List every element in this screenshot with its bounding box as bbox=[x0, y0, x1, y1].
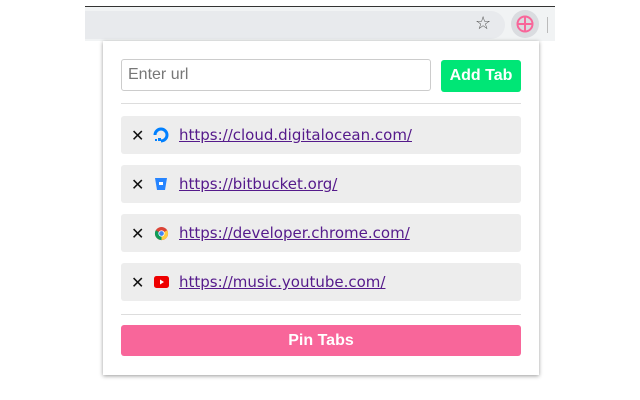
tab-link[interactable]: https://music.youtube.com/ bbox=[179, 273, 385, 291]
tab-item: ✕ https://bitbucket.org/ bbox=[121, 165, 521, 203]
toolbar-divider bbox=[547, 17, 548, 33]
pin-tabs-button[interactable]: Pin Tabs bbox=[121, 325, 521, 356]
browser-toolbar: ☆ bbox=[85, 6, 555, 41]
tab-link[interactable]: https://developer.chrome.com/ bbox=[179, 224, 410, 242]
pin-tabs-extension-icon[interactable] bbox=[511, 10, 539, 38]
star-icon[interactable]: ☆ bbox=[475, 13, 491, 34]
extension-popup: Add Tab ✕ https://cloud.digitalocean.com… bbox=[103, 41, 539, 375]
add-tab-button[interactable]: Add Tab bbox=[441, 60, 521, 92]
tab-item: ✕ https://music.youtube.com/ bbox=[121, 263, 521, 301]
divider bbox=[121, 314, 521, 315]
chrome-icon bbox=[153, 225, 169, 241]
remove-tab-button[interactable]: ✕ bbox=[131, 126, 145, 145]
remove-tab-button[interactable]: ✕ bbox=[131, 273, 145, 292]
remove-tab-button[interactable]: ✕ bbox=[131, 224, 145, 243]
youtube-icon bbox=[153, 274, 169, 290]
omnibox[interactable] bbox=[85, 11, 505, 39]
bitbucket-icon bbox=[153, 176, 169, 192]
tab-link[interactable]: https://cloud.digitalocean.com/ bbox=[179, 126, 412, 144]
tab-item: ✕ https://developer.chrome.com/ bbox=[121, 214, 521, 252]
remove-tab-button[interactable]: ✕ bbox=[131, 175, 145, 194]
digitalocean-icon bbox=[153, 127, 169, 143]
tab-item: ✕ https://cloud.digitalocean.com/ bbox=[121, 116, 521, 154]
divider bbox=[121, 103, 521, 104]
url-input[interactable] bbox=[121, 59, 431, 91]
tab-link[interactable]: https://bitbucket.org/ bbox=[179, 175, 337, 193]
